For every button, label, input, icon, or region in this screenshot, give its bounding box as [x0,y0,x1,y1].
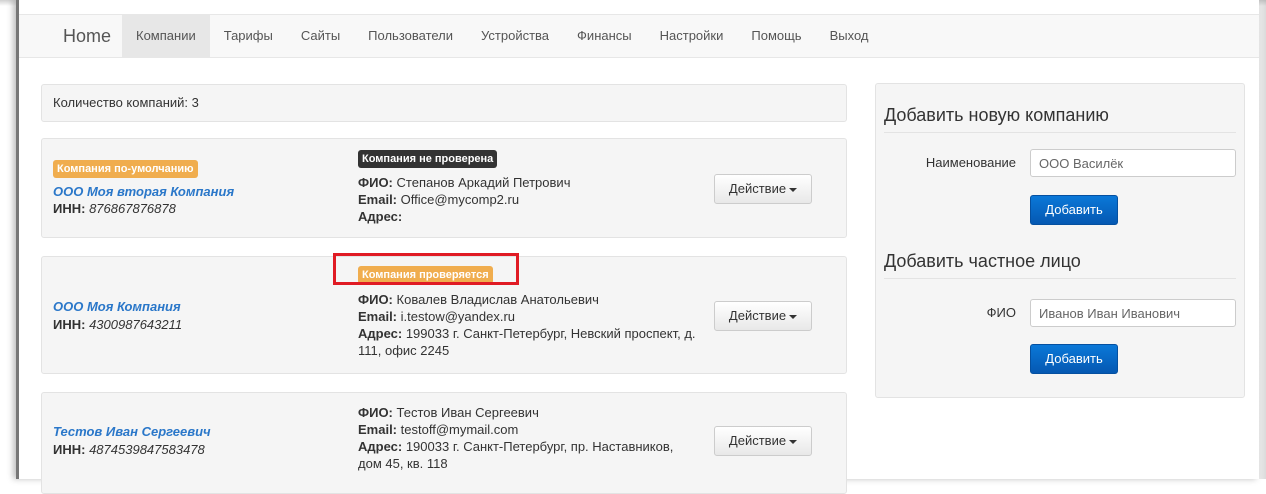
person-fio-input[interactable] [1030,299,1236,327]
company-inn: ИНН: 876867876878 [53,201,176,216]
nav-item-settings[interactable]: Настройки [646,15,738,57]
inn-label: ИНН: [53,442,86,457]
address-label: Адрес: [358,439,403,454]
annotation-highlight-box [333,253,519,285]
nav-item-sites[interactable]: Сайты [287,15,354,57]
add-person-button[interactable]: Добавить [1030,344,1118,374]
company-card: Компания по-умолчанию ООО Моя вторая Ком… [41,138,847,238]
add-company-title: Добавить новую компанию [884,105,1109,125]
nav-item-devices[interactable]: Устройства [467,15,563,57]
address-value: 190033 г. Санкт-Петербург, пр. Наставник… [358,439,674,471]
email-value: Office@mycomp2.ru [400,192,520,207]
caret-down-icon [789,439,798,444]
company-details: ФИО: Ковалев Владислав Анатольевич Email… [358,291,698,359]
action-button-label: Действие [728,181,787,196]
divider [884,132,1236,133]
inn-label: ИНН: [53,201,86,216]
companies-count-text: Количество компаний: 3 [53,95,199,110]
fio-label: ФИО: [358,175,393,190]
address-label: Адрес: [358,209,403,224]
address-label: Адрес: [358,326,403,341]
email-label: Email: [358,309,398,324]
action-button-label: Действие [728,308,787,323]
nav-item-logout[interactable]: Выход [816,15,883,57]
add-entity-panel: Добавить новую компанию Наименование Доб… [875,83,1245,398]
default-company-badge: Компания по-умолчанию [53,160,198,178]
company-details: ФИО: Тестов Иван Сергеевич Email: testof… [358,404,698,472]
fio-label: ФИО: [358,405,393,420]
person-fio-label: ФИО [986,305,1016,320]
email-value: testoff@mymail.com [400,422,519,437]
top-navbar: Home Компании Тарифы Сайты Пользователи … [19,14,1259,58]
browser-page: Home Компании Тарифы Сайты Пользователи … [16,0,1259,494]
main-nav: Компании Тарифы Сайты Пользователи Устро… [122,15,883,57]
nav-item-help[interactable]: Помощь [737,15,815,57]
company-details: ФИО: Степанов Аркадий Петрович Email: Of… [358,174,698,225]
companies-count-bar: Количество компаний: 3 [41,84,847,122]
address-value: 199033 г. Санкт-Петербург, Невский просп… [358,326,696,358]
nav-item-companies[interactable]: Компании [122,15,210,57]
nav-item-users[interactable]: Пользователи [354,15,467,57]
caret-down-icon [789,187,798,192]
inn-value: 4300987643211 [89,317,183,332]
brand-home-link[interactable]: Home [63,15,111,57]
action-button-label: Действие [728,433,787,448]
email-label: Email: [358,192,398,207]
action-dropdown-button[interactable]: Действие [714,301,812,331]
fio-value: Ковалев Владислав Анатольевич [396,292,599,307]
caret-down-icon [789,314,798,319]
nav-item-tariffs[interactable]: Тарифы [210,15,287,57]
fio-label: ФИО: [358,292,393,307]
add-company-button[interactable]: Добавить [1030,195,1118,225]
company-name-link[interactable]: ООО Моя вторая Компания [53,184,234,199]
divider [884,278,1236,279]
company-name-link[interactable]: ООО Моя Компания [53,299,181,314]
inn-value: 4874539847583478 [89,442,205,457]
company-inn: ИНН: 4300987643211 [53,317,182,332]
add-person-title: Добавить частное лицо [884,251,1081,271]
company-inn: ИНН: 4874539847583478 [53,442,205,457]
status-badge: Компания не проверена [358,150,498,168]
company-name-label: Наименование [925,155,1016,170]
action-dropdown-button[interactable]: Действие [714,426,812,456]
company-name-link[interactable]: Тестов Иван Сергеевич [53,424,211,439]
email-value: i.testow@yandex.ru [400,309,515,324]
email-label: Email: [358,422,398,437]
inn-value: 876867876878 [89,201,176,216]
fio-value: Тестов Иван Сергеевич [396,405,539,420]
nav-item-finance[interactable]: Финансы [563,15,646,57]
action-dropdown-button[interactable]: Действие [714,174,812,204]
inn-label: ИНН: [53,317,86,332]
company-name-input[interactable] [1030,149,1236,177]
fio-value: Степанов Аркадий Петрович [396,175,571,190]
